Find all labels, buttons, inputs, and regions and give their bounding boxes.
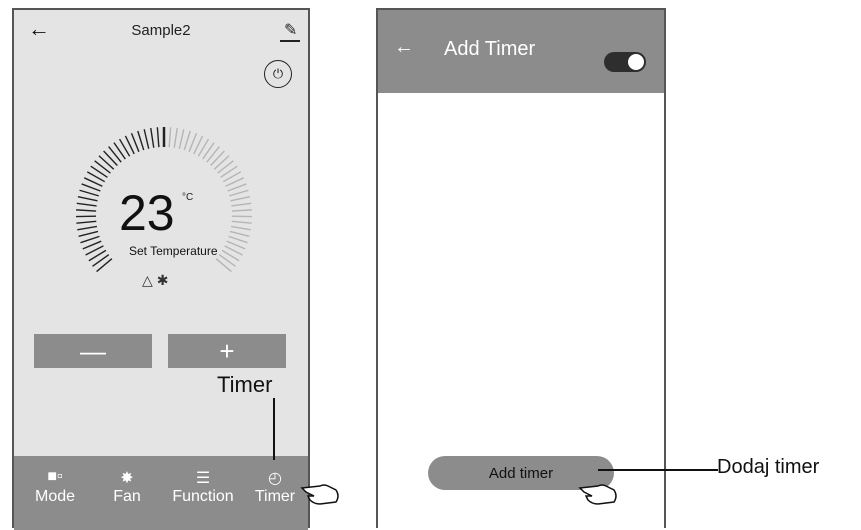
- nav-item-function[interactable]: ☰ Function: [168, 456, 238, 516]
- dial-tick: [144, 129, 148, 148]
- callout-dodaj-label: Dodaj timer: [717, 456, 819, 479]
- dial-tick: [232, 210, 252, 211]
- clock-icon: ◴: [268, 468, 282, 486]
- dial-tick: [132, 133, 139, 152]
- dial-tick: [82, 184, 101, 191]
- nav-label: Mode: [35, 488, 75, 506]
- plus-label: +: [219, 336, 234, 367]
- dial-tick: [109, 147, 122, 163]
- nav-label: Function: [172, 488, 233, 506]
- page-title: Sample2: [14, 22, 308, 39]
- dial-tick: [229, 236, 248, 242]
- page-title: Add Timer: [444, 38, 535, 61]
- dial-tick: [228, 184, 247, 191]
- temperature-value: 23: [119, 188, 175, 238]
- bottom-nav: ■▫ Mode ✸ Fan ☰ Function ◴ Timer: [14, 456, 308, 530]
- power-icon: ⏻: [273, 66, 283, 82]
- header-bar: ← Add Timer: [378, 10, 664, 93]
- dial-tick: [77, 203, 97, 206]
- dial-tick: [104, 151, 118, 166]
- menu-icon: ☰: [196, 468, 210, 486]
- dial-tick: [184, 131, 190, 150]
- pencil-icon[interactable]: ✎: [284, 20, 297, 40]
- pencil-underline: [280, 40, 300, 42]
- callout-line: [273, 398, 275, 460]
- dial-tick: [78, 197, 98, 201]
- ac-control-screen: ← Sample2 ✎ ⏻ 23 °C Set Temperature △✱ —…: [12, 8, 310, 528]
- temperature-unit: °C: [182, 192, 193, 203]
- dial-tick: [76, 221, 96, 223]
- dial-tick: [231, 197, 251, 201]
- header-bar: ← Sample2 ✎: [14, 10, 308, 50]
- callout-timer-label: Timer: [217, 372, 272, 398]
- dial-tick: [214, 156, 229, 169]
- dial-tick: [80, 236, 99, 242]
- dial-tick: [95, 161, 111, 173]
- dial-tick: [76, 210, 96, 211]
- nav-label: Timer: [255, 488, 295, 506]
- arrow-left-icon[interactable]: ←: [394, 36, 414, 59]
- dial-tick: [169, 127, 171, 147]
- dial-tick: [80, 190, 99, 196]
- dial-tick: [174, 128, 177, 148]
- dial-tick: [77, 226, 97, 229]
- dial-tick: [216, 259, 231, 272]
- fan-icon: ✸: [120, 468, 133, 486]
- decrease-temperature-button[interactable]: —: [34, 334, 152, 368]
- nav-label: Fan: [113, 488, 141, 506]
- dial-tick: [207, 147, 220, 163]
- dial-tick: [230, 231, 249, 236]
- dial-tick: [189, 133, 196, 152]
- minus-label: —: [80, 336, 106, 367]
- dial-tick: [231, 226, 251, 229]
- dial-tick: [157, 127, 159, 147]
- dial-tick: [231, 203, 251, 206]
- nav-item-mode[interactable]: ■▫ Mode: [20, 456, 90, 516]
- add-timer-label: Add timer: [489, 465, 553, 482]
- increase-temperature-button[interactable]: +: [168, 334, 286, 368]
- dial-tick: [229, 190, 248, 196]
- dial-tick: [79, 231, 98, 236]
- callout-line: [598, 469, 718, 471]
- nav-item-fan[interactable]: ✸ Fan: [92, 456, 162, 516]
- mode-icon: ■▫: [47, 468, 62, 486]
- pointing-hand-icon: [578, 474, 618, 508]
- dial-tick: [97, 259, 112, 272]
- dial-tick: [151, 128, 154, 148]
- dial-tick: [218, 161, 234, 173]
- dial-tick: [179, 129, 183, 148]
- timer-toggle[interactable]: [604, 52, 646, 72]
- toggle-knob: [628, 54, 644, 70]
- mode-status-icons: △✱: [142, 272, 173, 289]
- power-button[interactable]: ⏻: [264, 60, 292, 88]
- dial-tick: [232, 221, 252, 223]
- temperature-label: Set Temperature: [129, 244, 218, 258]
- add-timer-screen: ← Add Timer: [376, 8, 666, 528]
- recycle-icon: △: [142, 272, 157, 288]
- dial-tick: [138, 131, 144, 150]
- pointing-hand-icon: [300, 474, 340, 508]
- dial-tick: [211, 151, 225, 166]
- dial-tick: [99, 156, 114, 169]
- fan-auto-icon: ✱: [157, 272, 173, 288]
